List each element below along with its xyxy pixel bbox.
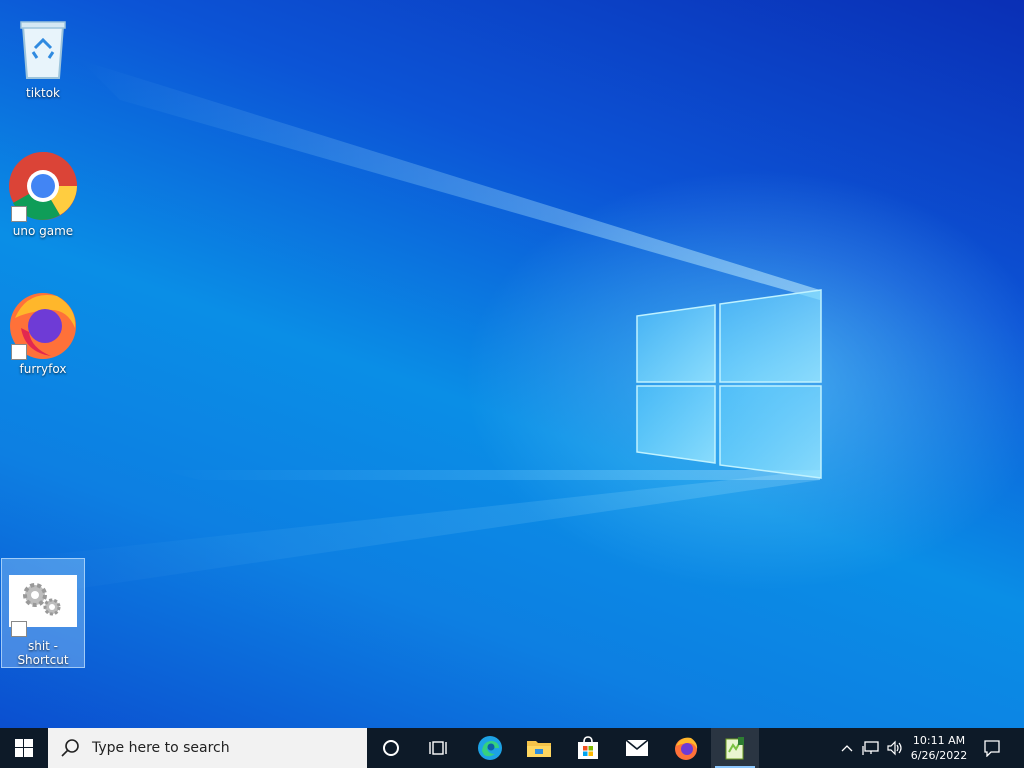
shortcut-arrow-icon <box>11 206 27 222</box>
windows-start-icon <box>15 739 33 757</box>
start-button[interactable] <box>0 728 48 768</box>
task-view-icon <box>429 741 447 755</box>
taskbar-store[interactable] <box>564 728 612 768</box>
network-icon <box>862 741 879 755</box>
clock[interactable]: 10:11 AM 6/26/2022 <box>908 728 970 768</box>
network-button[interactable] <box>859 728 883 768</box>
task-view-button[interactable] <box>415 728 463 768</box>
speaker-icon <box>887 740 902 756</box>
desktop-icon-label: furryfox <box>19 362 67 376</box>
cortana-button[interactable] <box>367 728 415 768</box>
search-box[interactable]: Type here to search <box>48 728 367 768</box>
desktop-icon-furryfox[interactable]: furryfox <box>2 282 84 376</box>
file-explorer-icon <box>527 741 551 757</box>
taskbar-edge[interactable] <box>466 728 514 768</box>
wallpaper-light-beams <box>0 60 820 600</box>
desktop-icon-label: tiktok <box>26 86 60 100</box>
recycle-bin-icon <box>7 12 79 84</box>
desktop-icon-tiktok[interactable]: tiktok <box>2 6 84 100</box>
clock-date: 6/26/2022 <box>910 749 968 762</box>
windows-logo-wallpaper <box>636 289 822 479</box>
desktop-icon-label: shit - Shortcut <box>17 639 69 667</box>
store-icon <box>578 736 598 759</box>
notification-icon <box>984 740 1000 757</box>
taskbar-mail[interactable] <box>613 728 661 768</box>
firefox-icon <box>675 737 698 760</box>
show-hidden-icons-button[interactable] <box>836 728 858 768</box>
taskbar-file-explorer[interactable] <box>515 728 563 768</box>
taskbar: Type here to search 10:11 AM 6/26/2022 <box>0 728 1024 768</box>
desktop-icon-shortcut[interactable]: shit - Shortcut <box>1 558 85 668</box>
shortcut-arrow-icon <box>11 344 27 360</box>
firefox-icon <box>7 288 79 360</box>
mail-icon <box>625 739 649 756</box>
desktop-icon-uno-game[interactable]: uno game <box>2 144 84 238</box>
edge-icon <box>478 736 502 760</box>
desktop-icon-label: uno game <box>12 224 74 238</box>
volume-button[interactable] <box>883 728 907 768</box>
taskbar-firefox[interactable] <box>662 728 710 768</box>
search-icon <box>61 739 79 757</box>
action-center-button[interactable] <box>974 728 1010 768</box>
cortana-icon <box>383 740 399 756</box>
shortcut-arrow-icon <box>11 621 27 637</box>
taskbar-notepad-plus-plus[interactable] <box>711 728 759 768</box>
desktop-wallpaper: tiktok uno game furryfox shit - Shortcut <box>0 0 1024 728</box>
gears-icon <box>7 565 79 637</box>
chrome-icon <box>7 150 79 222</box>
chevron-up-icon <box>841 745 853 752</box>
clock-time: 10:11 AM <box>912 734 966 747</box>
notepad-plus-plus-icon <box>725 737 744 760</box>
search-placeholder: Type here to search <box>92 740 230 756</box>
